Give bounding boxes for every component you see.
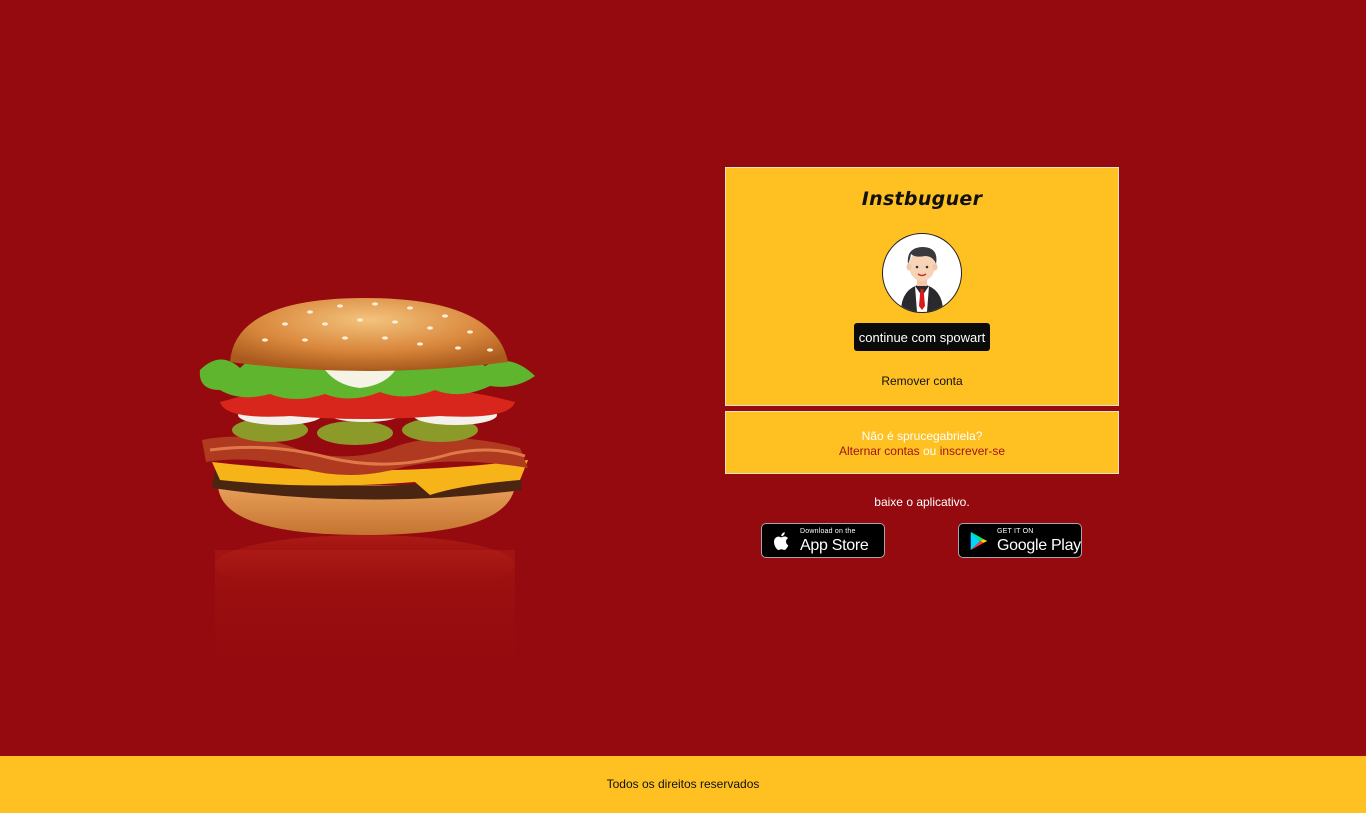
footer: Todos os direitos reservados [0, 756, 1366, 813]
app-store-big-text: App Store [800, 537, 869, 554]
switch-account-card: Não é sprucegabriela? Alternar contas ou… [725, 411, 1119, 474]
account-card: Instbuguer continue com spowart Remover … [725, 167, 1119, 406]
burger-image [190, 290, 570, 710]
signup-link[interactable]: inscrever-se [940, 444, 1005, 458]
switch-links: Alternar contas ou inscrever-se [726, 444, 1118, 458]
user-avatar-icon [882, 233, 962, 313]
google-play-small-text: GET IT ON [997, 528, 1034, 535]
not-user-question: Não é sprucegabriela? [861, 429, 983, 443]
google-play-badge[interactable]: GET IT ON Google Play [958, 523, 1082, 558]
switch-accounts-link[interactable]: Alternar contas [839, 444, 920, 458]
remove-account-link[interactable]: Remover conta [726, 374, 1118, 388]
continue-button[interactable]: continue com spowart [854, 323, 990, 351]
app-store-badge[interactable]: Download on the App Store [761, 523, 885, 558]
or-text: ou [923, 444, 937, 458]
google-play-big-text: Google Play [997, 537, 1081, 554]
app-store-small-text: Download on the [800, 528, 856, 535]
footer-text: Todos os direitos reservados [606, 777, 760, 791]
google-play-icon [967, 530, 991, 552]
brand-logo: Instbuguer [861, 188, 983, 210]
get-app-label: baixe o aplicativo. [874, 495, 970, 509]
apple-icon [770, 530, 794, 552]
